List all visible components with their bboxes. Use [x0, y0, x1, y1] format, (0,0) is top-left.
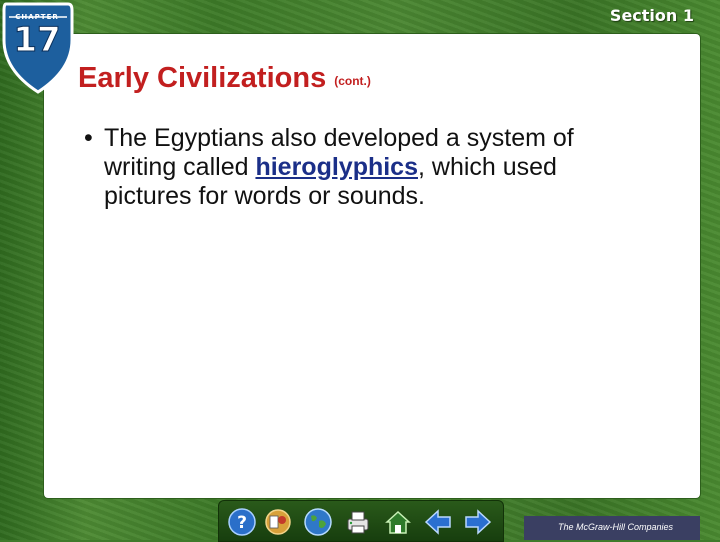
forward-arrow-icon: [465, 509, 492, 535]
slide-content-area: [44, 34, 700, 498]
glossary-term-link[interactable]: hieroglyphics: [255, 153, 418, 181]
help-icon: ?: [228, 508, 256, 536]
section-label: Section 1: [609, 6, 694, 25]
back-arrow-icon: [424, 509, 451, 535]
slide-title: Early Civilizations (cont.): [78, 62, 371, 95]
back-button[interactable]: [423, 507, 453, 537]
globe-icon: [304, 508, 332, 536]
resource-button[interactable]: [263, 507, 293, 537]
navigation-bar: ?: [218, 500, 504, 542]
forward-button[interactable]: [463, 507, 493, 537]
title-suffix: (cont.): [334, 74, 371, 88]
chapter-number: 17: [13, 20, 61, 61]
publisher-name: The McGraw-Hill Companies: [558, 522, 674, 532]
bullet-point: • The Egyptians also developed a system …: [84, 124, 644, 211]
help-button[interactable]: ?: [227, 507, 257, 537]
bullet-text: The Egyptians also developed a system of…: [104, 124, 644, 211]
resource-icon: [265, 509, 291, 535]
print-icon: [347, 511, 369, 534]
home-button[interactable]: [383, 507, 413, 537]
title-text: Early Civilizations: [78, 62, 327, 94]
bullet-dot: •: [84, 124, 93, 152]
publisher-logo: The McGraw-Hill Companies: [524, 516, 700, 540]
svg-text:?: ?: [237, 513, 247, 533]
print-button[interactable]: [343, 507, 373, 537]
home-icon: [385, 510, 411, 534]
globe-button[interactable]: [303, 507, 333, 537]
chapter-badge: CHAPTER 17: [0, 0, 78, 100]
